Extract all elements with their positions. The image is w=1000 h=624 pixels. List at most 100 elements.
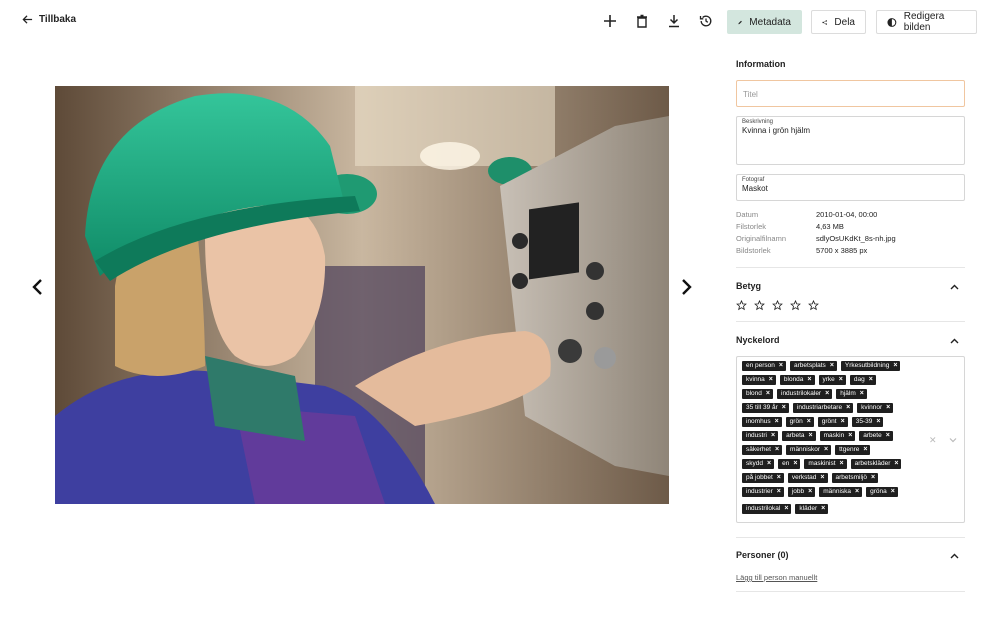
keyword-tag: 35-39 × <box>851 417 884 427</box>
keyword-label: arbetsmiljö <box>835 474 867 481</box>
meta-label-date: Datum <box>736 210 759 219</box>
persons-title: Personer (0) <box>736 550 789 560</box>
star-icon[interactable] <box>772 300 783 311</box>
remove-keyword-icon[interactable]: × <box>876 417 880 427</box>
next-image-button[interactable] <box>678 278 694 296</box>
rating-title: Betyg <box>736 281 762 291</box>
remove-keyword-icon[interactable]: × <box>840 459 844 469</box>
remove-keyword-icon[interactable]: × <box>793 459 797 469</box>
chevron-left-icon <box>32 279 42 295</box>
remove-keyword-icon[interactable]: × <box>775 417 779 427</box>
remove-keyword-icon[interactable]: × <box>784 504 788 514</box>
remove-keyword-icon[interactable]: × <box>769 375 773 385</box>
keyword-tag: kvinna × <box>742 375 776 385</box>
remove-keyword-icon[interactable]: × <box>825 389 829 399</box>
remove-keyword-icon[interactable]: × <box>886 403 890 413</box>
keyword-tag: Yrkesutbildning × <box>840 361 901 371</box>
keyword-row: 35 till 39 år × industriarbetare × kvinnor × <box>742 403 927 413</box>
clear-keywords-icon[interactable]: ✕ <box>929 435 937 446</box>
top-bar: Tillbaka Metadata Dela Redigera bilden <box>0 0 1000 46</box>
keyword-tag: industri × <box>742 431 779 441</box>
download-button[interactable] <box>666 13 682 29</box>
keyword-label: 35 till 39 år <box>746 404 778 411</box>
chevron-up-icon[interactable] <box>950 284 959 290</box>
keyword-tag: maskinist × <box>804 459 847 469</box>
remove-keyword-icon[interactable]: × <box>766 389 770 399</box>
keyword-tag: arbete × <box>859 431 893 441</box>
remove-keyword-icon[interactable]: × <box>841 417 845 427</box>
keyword-tag: inomhus × <box>742 417 782 427</box>
previous-image-button[interactable] <box>30 278 46 296</box>
remove-keyword-icon[interactable]: × <box>846 403 850 413</box>
download-icon <box>669 15 679 28</box>
keyword-label: grönt <box>821 418 837 425</box>
star-icon[interactable] <box>808 300 819 311</box>
remove-keyword-icon[interactable]: × <box>891 487 895 497</box>
remove-keyword-icon[interactable]: × <box>771 431 775 441</box>
keyword-tag: människa × <box>819 487 863 497</box>
remove-keyword-icon[interactable]: × <box>767 459 771 469</box>
star-icon[interactable] <box>790 300 801 311</box>
share-button[interactable]: Dela <box>811 10 866 34</box>
back-label: Tillbaka <box>39 14 77 25</box>
remove-keyword-icon[interactable]: × <box>824 445 828 455</box>
remove-keyword-icon[interactable]: × <box>893 361 897 371</box>
add-button[interactable] <box>602 13 618 29</box>
remove-keyword-icon[interactable]: × <box>830 361 834 371</box>
remove-keyword-icon[interactable]: × <box>869 375 873 385</box>
remove-keyword-icon[interactable]: × <box>894 459 898 469</box>
keyword-tag: grönt × <box>817 417 848 427</box>
add-person-link[interactable]: Lägg till person manuellt <box>736 573 817 582</box>
remove-keyword-icon[interactable]: × <box>821 504 825 514</box>
remove-keyword-icon[interactable]: × <box>807 417 811 427</box>
keyword-tag: dag × <box>849 375 876 385</box>
keyword-label: industrilokaler <box>781 390 822 397</box>
keyword-label: industrier <box>746 488 773 495</box>
remove-keyword-icon[interactable]: × <box>777 487 781 497</box>
delete-button[interactable] <box>634 13 650 29</box>
remove-keyword-icon[interactable]: × <box>807 375 811 385</box>
metadata-button[interactable]: Metadata <box>727 10 802 34</box>
chevron-down-icon[interactable] <box>949 437 957 443</box>
keyword-label: industri <box>746 432 767 439</box>
keyword-tag: industriarbetare × <box>792 403 854 413</box>
worker-photo <box>55 86 669 504</box>
remove-keyword-icon[interactable]: × <box>777 473 781 483</box>
keyword-tag: hjälm × <box>836 389 867 399</box>
keyword-row: industrier × jobb × människa × gröna × <box>742 487 927 497</box>
photographer-field[interactable]: Fotograf Maskot <box>736 174 965 201</box>
remove-keyword-icon[interactable]: × <box>848 431 852 441</box>
remove-keyword-icon[interactable]: × <box>809 431 813 441</box>
back-button[interactable]: Tillbaka <box>22 14 76 25</box>
chevron-up-icon[interactable] <box>950 338 959 344</box>
star-icon[interactable] <box>736 300 747 311</box>
remove-keyword-icon[interactable]: × <box>863 445 867 455</box>
keyword-tag: jobb × <box>787 487 816 497</box>
keyword-tag: gröna × <box>866 487 898 497</box>
remove-keyword-icon[interactable]: × <box>808 487 812 497</box>
edit-image-button[interactable]: Redigera bilden <box>876 10 977 34</box>
meta-label-filesize: Filstorlek <box>736 222 767 231</box>
remove-keyword-icon[interactable]: × <box>782 403 786 413</box>
history-button[interactable] <box>698 13 714 29</box>
remove-keyword-icon[interactable]: × <box>820 473 824 483</box>
star-icon[interactable] <box>754 300 765 311</box>
remove-keyword-icon[interactable]: × <box>779 361 783 371</box>
remove-keyword-icon[interactable]: × <box>855 487 859 497</box>
remove-keyword-icon[interactable]: × <box>775 445 779 455</box>
remove-keyword-icon[interactable]: × <box>860 389 864 399</box>
title-field[interactable]: Titel <box>736 80 965 107</box>
remove-keyword-icon[interactable]: × <box>871 473 875 483</box>
history-icon <box>699 15 712 27</box>
trash-icon <box>637 14 647 28</box>
remove-keyword-icon[interactable]: × <box>886 431 890 441</box>
keyword-tag: verkstad × <box>787 473 828 483</box>
chevron-up-icon[interactable] <box>950 553 959 559</box>
keyword-tag: 35 till 39 år × <box>742 403 789 413</box>
meta-label-imagesize: Bildstorlek <box>736 246 771 255</box>
arrow-left-icon <box>22 15 33 24</box>
keywords-input[interactable]: en person × arbetsplats × Yrkesutbildning × kv… <box>736 356 965 523</box>
meta-label-filename: Originalfilnamn <box>736 234 787 243</box>
description-field[interactable]: Beskrivning Kvinna i grön hjälm <box>736 116 965 165</box>
remove-keyword-icon[interactable]: × <box>839 375 843 385</box>
